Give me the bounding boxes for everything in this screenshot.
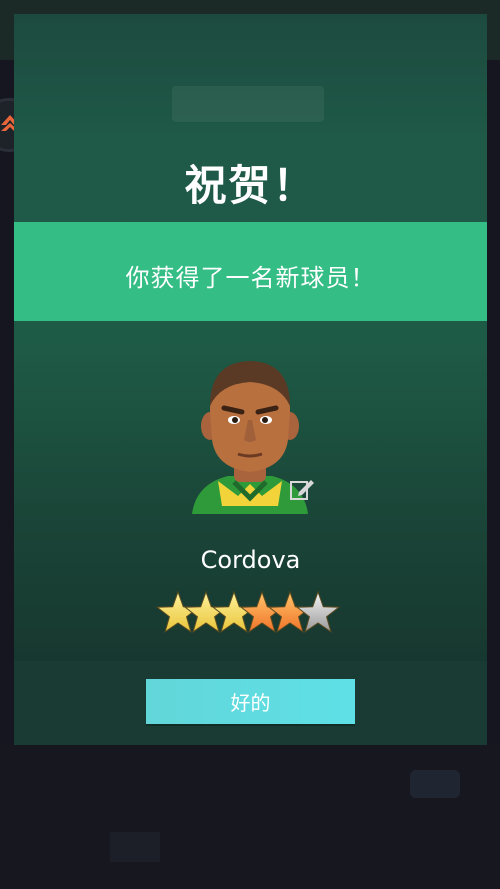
background-icon [110, 832, 160, 862]
new-player-dialog: 祝贺！ 你获得了一名新球员！ Cordova 好的 [14, 14, 487, 745]
ok-button[interactable]: 好的 [146, 679, 355, 724]
player-name: Cordova [200, 546, 301, 574]
star-icon [295, 590, 341, 633]
banner-message: 你获得了一名新球员！ [125, 264, 376, 292]
edit-icon[interactable] [289, 476, 315, 502]
background-button [410, 770, 460, 798]
background-bottom-area [0, 745, 500, 889]
message-banner: 你获得了一名新球员！ [14, 222, 487, 321]
player-rating [156, 590, 341, 633]
dialog-title: 祝贺！ [184, 161, 317, 210]
background-panel-ghost [172, 86, 324, 122]
